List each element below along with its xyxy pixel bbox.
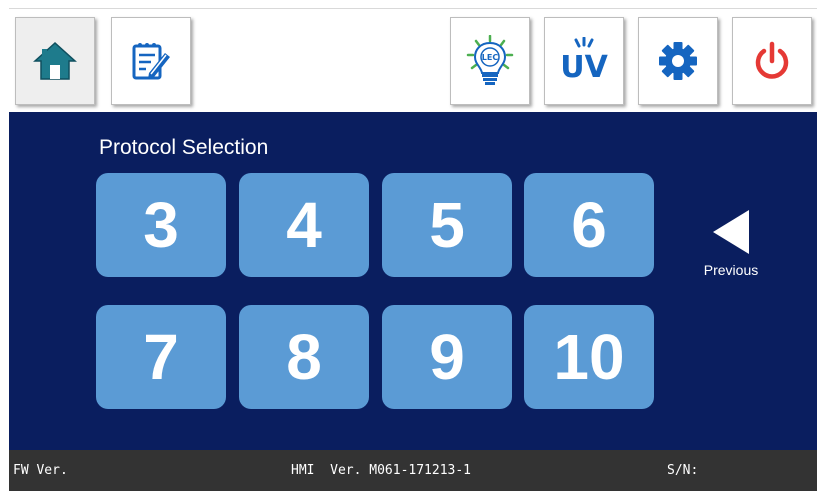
protocol-edit-button[interactable]	[111, 17, 191, 105]
left-arrow-icon	[713, 210, 749, 254]
protocol-6-button[interactable]: 6	[524, 173, 654, 277]
protocol-4-button[interactable]: 4	[239, 173, 369, 277]
power-button[interactable]	[732, 17, 812, 105]
previous-button[interactable]: Previous	[689, 208, 773, 288]
protocol-selection-panel: Protocol Selection 3 4 5 6 7 8 9 10 Prev…	[9, 112, 817, 450]
lec-light-button[interactable]: LEC	[450, 17, 530, 105]
protocol-7-button[interactable]: 7	[96, 305, 226, 409]
uv-icon: UV	[560, 37, 608, 85]
protocol-10-button[interactable]: 10	[524, 305, 654, 409]
settings-button[interactable]	[638, 17, 718, 105]
status-bar: FW Ver. HMI Ver. M061-171213-1 S/N:	[9, 450, 817, 491]
uv-button[interactable]: UV	[544, 17, 624, 105]
home-icon	[33, 41, 77, 80]
top-toolbar: LEC UV	[9, 8, 817, 113]
previous-label: Previous	[703, 262, 759, 278]
power-icon	[755, 41, 789, 79]
lec-lightbulb-icon: LEC	[466, 35, 514, 85]
firmware-version: FW Ver.	[13, 463, 68, 478]
page-title: Protocol Selection	[99, 136, 269, 159]
notepad-edit-icon	[132, 43, 170, 80]
uv-label: UV	[560, 50, 608, 85]
serial-number: S/N:	[667, 463, 699, 478]
protocol-5-button[interactable]: 5	[382, 173, 512, 277]
home-button[interactable]	[15, 17, 95, 105]
hmi-version: HMI Ver. M061-171213-1	[291, 463, 472, 478]
protocol-3-button[interactable]: 3	[96, 173, 226, 277]
lec-label: LEC	[482, 53, 499, 62]
gear-icon	[659, 42, 697, 80]
hmi-screen: LEC UV Protocol Selection 3 4 5 6 7 8 9 …	[0, 0, 817, 491]
protocol-8-button[interactable]: 8	[239, 305, 369, 409]
protocol-9-button[interactable]: 9	[382, 305, 512, 409]
